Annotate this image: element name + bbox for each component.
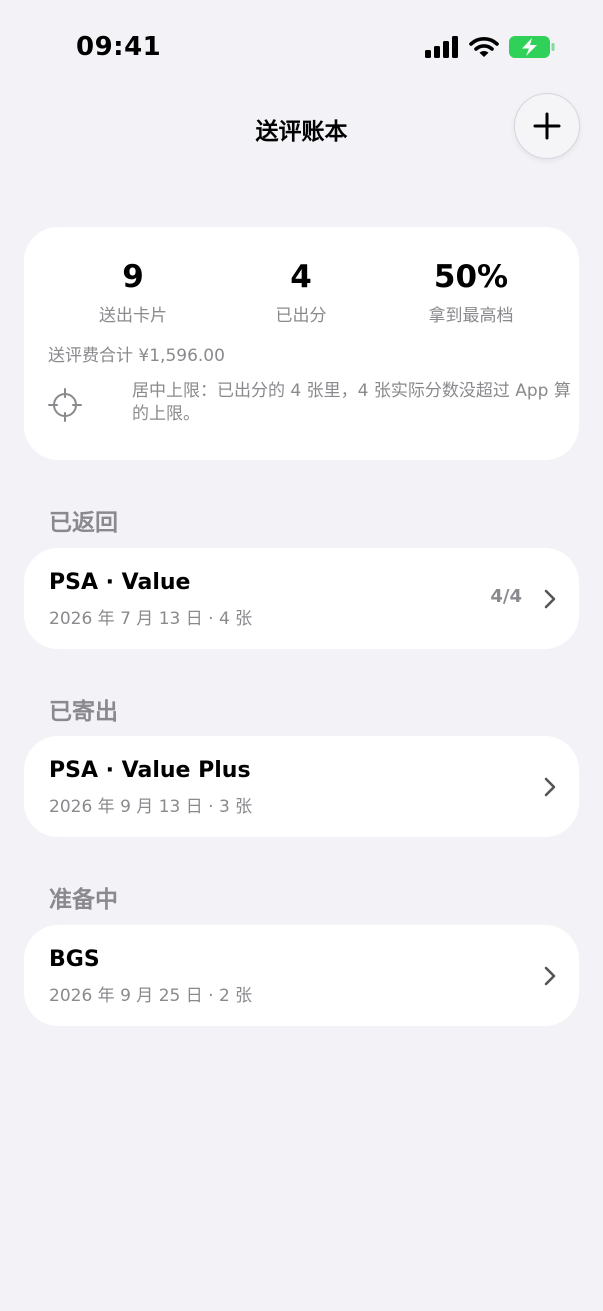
item-subtitle: 2026 年 9 月 25 日 · 2 张 [49, 986, 253, 1006]
fee-total: 送评费合计 ¥1,596.00 [48, 346, 225, 366]
section-title-shipped: 已寄出 [49, 699, 118, 725]
status-icons [425, 36, 555, 58]
cellular-signal-icon [425, 36, 458, 58]
note-text: 居中上限：已出分的 4 张里，4 张实际分数没超过 App 算的上限。 [132, 381, 571, 424]
header: 送评账本 [0, 93, 603, 160]
chevron-right-icon [544, 589, 556, 609]
chevron-right-icon [544, 966, 556, 986]
item-count: 4/4 [490, 586, 522, 607]
stat-label: 已出分 [275, 306, 327, 326]
stat-value: 50% [433, 259, 509, 295]
submission-item[interactable]: PSA · Value 2026 年 7 月 13 日 · 4 张 4/4 [24, 548, 579, 649]
add-button[interactable] [514, 93, 580, 159]
stat-value: 9 [122, 259, 144, 295]
stat-cards-sent: 9 送出卡片 [48, 257, 218, 326]
submission-item[interactable]: PSA · Value Plus 2026 年 9 月 13 日 · 3 张 [24, 736, 579, 837]
item-title: PSA · Value [49, 570, 191, 595]
stat-value: 4 [290, 259, 312, 295]
item-subtitle: 2026 年 7 月 13 日 · 4 张 [49, 609, 253, 629]
item-title: PSA · Value Plus [49, 758, 251, 783]
stat-graded: 4 已出分 [216, 257, 386, 326]
section-title-preparing: 准备中 [49, 887, 118, 913]
stat-label: 拿到最高档 [428, 306, 514, 326]
battery-charging-icon [509, 36, 555, 58]
summary-card: 9 送出卡片 4 已出分 50% 拿到最高档 送评费合计 ¥1,596.00 居… [24, 227, 579, 460]
section-title-returned: 已返回 [49, 510, 118, 536]
status-bar: 09:41 [0, 0, 603, 96]
stat-label: 送出卡片 [99, 306, 167, 326]
item-subtitle: 2026 年 9 月 13 日 · 3 张 [49, 797, 253, 817]
crosshair-icon [48, 388, 82, 422]
stat-top-grade: 50% 拿到最高档 [386, 257, 556, 326]
submission-item[interactable]: BGS 2026 年 9 月 25 日 · 2 张 [24, 925, 579, 1026]
status-time: 09:41 [76, 32, 162, 62]
page-title: 送评账本 [255, 119, 348, 145]
chevron-right-icon [544, 777, 556, 797]
plus-icon [533, 112, 561, 140]
wifi-icon [469, 37, 499, 57]
item-title: BGS [49, 947, 100, 972]
